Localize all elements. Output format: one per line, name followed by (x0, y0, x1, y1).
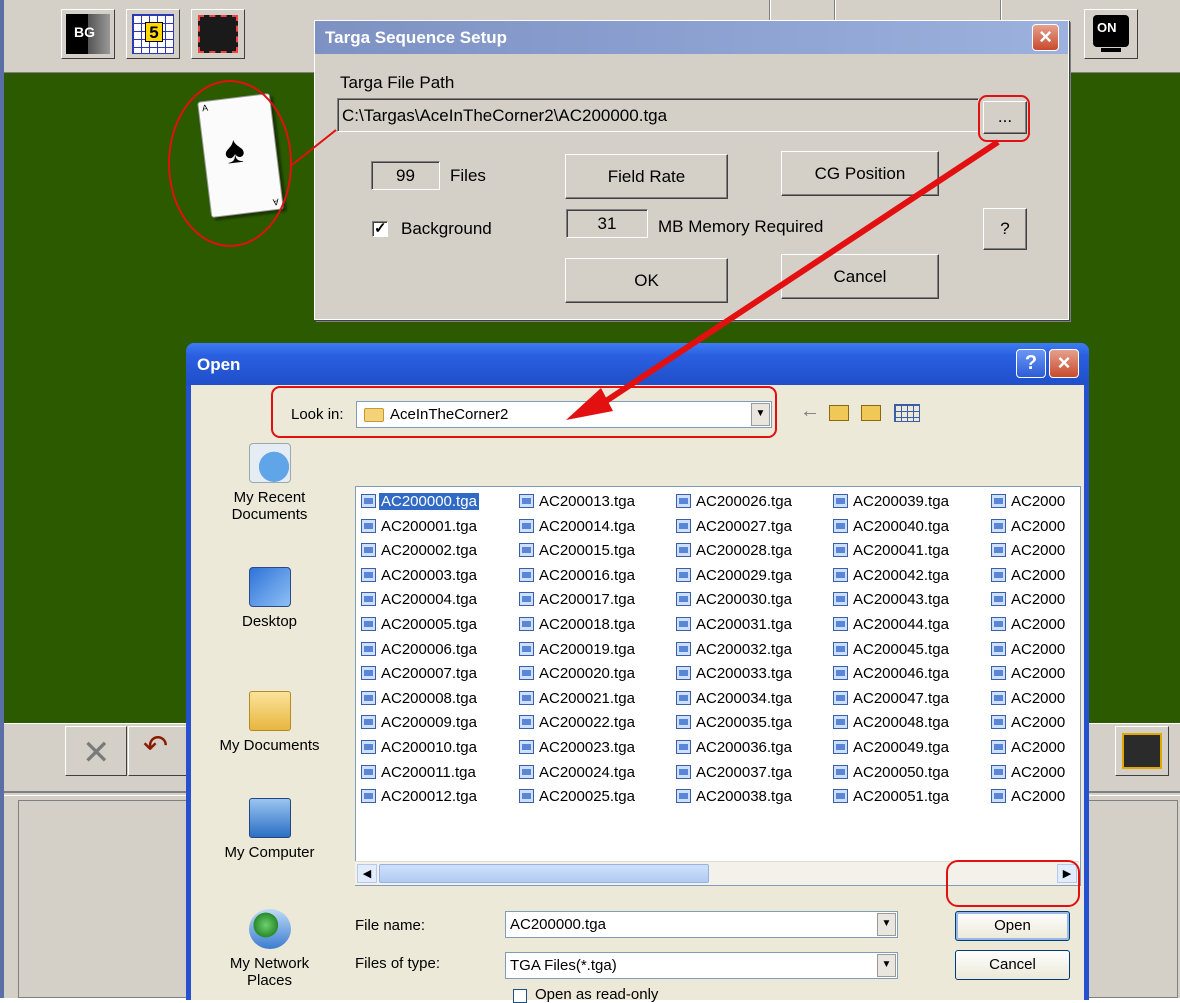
annotation-arrow-line (598, 139, 1000, 408)
card-connector-line (291, 129, 337, 166)
annotation-overlay (291, 129, 1000, 420)
annotation-arrowhead (566, 388, 613, 420)
